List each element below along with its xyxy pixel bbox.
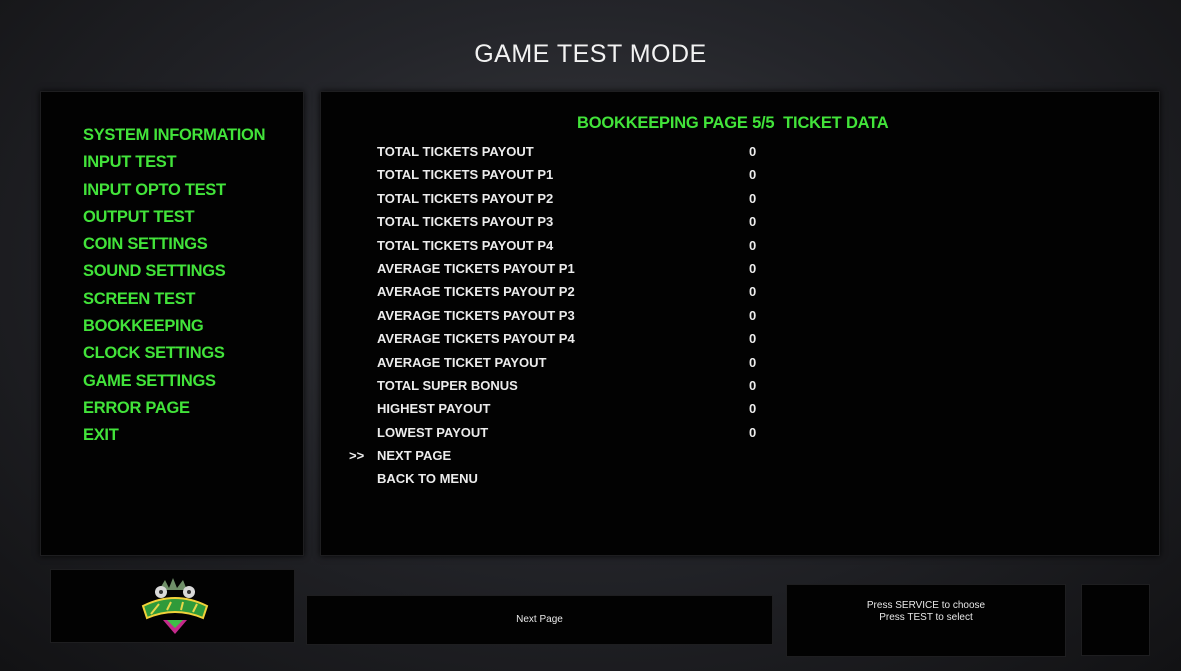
data-row: AVERAGE TICKETS PAYOUT P4 0 [377,327,797,350]
row-value: 0 [749,284,757,300]
menu-item-screen-test[interactable]: SCREEN TEST [83,286,265,313]
row-value: 0 [749,377,757,393]
ticket-data-list: TOTAL TICKETS PAYOUT 0 TOTAL TICKETS PAYO… [349,140,797,491]
menu-item-exit[interactable]: EXIT [83,422,265,449]
row-value: 0 [749,354,757,370]
data-row: TOTAL TICKETS PAYOUT P3 0 [377,210,797,233]
menu-item-game-settings[interactable]: GAME SETTINGS [83,368,265,395]
row-label: TOTAL TICKETS PAYOUT [377,144,534,159]
row-value: 0 [749,144,757,159]
data-row: AVERAGE TICKETS PAYOUT P3 0 [377,304,797,327]
next-page-option[interactable]: NEXT PAGE [349,444,797,468]
row-label: TOTAL TICKETS PAYOUT P4 [377,237,554,253]
data-row: AVERAGE TICKETS PAYOUT P2 0 [377,280,797,303]
row-label: AVERAGE TICKET PAYOUT [377,354,547,370]
instructions-text: Press SERVICE to choose Press TEST to se… [787,600,1065,624]
row-label: TOTAL TICKETS PAYOUT P2 [377,190,554,206]
data-row: AVERAGE TICKET PAYOUT 0 [377,351,797,374]
row-label: AVERAGE TICKETS PAYOUT P3 [377,307,575,323]
logo-panel [50,569,295,643]
instruction-line: Press SERVICE to choose [866,600,986,611]
data-row: TOTAL TICKETS PAYOUT P2 0 [377,187,797,210]
row-value: 0 [749,331,757,347]
data-row: TOTAL TICKETS PAYOUT P1 0 [377,163,797,186]
instruction-line: Press TEST to select [879,612,973,623]
row-label: TOTAL TICKETS PAYOUT P1 [377,167,554,183]
menu-item-bookkeeping[interactable]: BOOKKEEPING [83,313,265,340]
row-label: AVERAGE TICKETS PAYOUT P4 [377,331,575,347]
bookkeeping-panel: BOOKKEEPING PAGE 5/5 TICKET DATA TOTAL T… [320,91,1160,556]
menu-item-input-opto-test[interactable]: INPUT OPTO TEST [83,177,265,204]
menu-item-system-information[interactable]: SYSTEM INFORMATION [83,122,266,149]
hint-panel: Next Page [306,595,773,645]
menu-item-output-test[interactable]: OUTPUT TEST [83,204,265,231]
menu-item-clock-settings[interactable]: CLOCK SETTINGS [83,340,265,367]
row-value: 0 [749,401,757,417]
main-menu-panel: SYSTEM INFORMATION INPUT TEST INPUT OPTO… [40,91,304,556]
row-label: AVERAGE TICKETS PAYOUT P1 [377,260,575,276]
main-menu: SYSTEM INFORMATION INPUT TEST INPUT OPTO… [83,122,266,450]
page-header: BOOKKEEPING PAGE 5/5 TICKET DATA [577,114,889,132]
row-label: TOTAL SUPER BONUS [377,377,518,393]
zombies-logo-icon [141,578,209,634]
row-value: 0 [749,214,757,230]
instructions-panel: Press SERVICE to choose Press TEST to se… [786,584,1066,657]
blank-panel [1081,584,1150,656]
row-label: AVERAGE TICKETS PAYOUT P2 [377,284,575,300]
menu-item-coin-settings[interactable]: COIN SETTINGS [83,231,265,258]
row-label: HIGHEST PAYOUT [377,401,491,417]
back-to-menu-option[interactable]: BACK TO MENU [377,467,797,490]
data-row: AVERAGE TICKETS PAYOUT P1 0 [377,257,797,280]
row-label: TOTAL TICKETS PAYOUT P3 [377,214,554,230]
data-row: TOTAL TICKETS PAYOUT 0 [377,140,797,163]
screen-title: GAME TEST MODE [474,40,707,68]
row-value: 0 [749,237,757,253]
row-label: LOWEST PAYOUT [377,424,489,440]
row-value: 0 [749,307,757,323]
row-value: 0 [749,190,757,206]
row-value: 0 [749,260,757,276]
row-value: 0 [749,424,757,440]
data-row: HIGHEST PAYOUT 0 [377,397,797,420]
hint-text: Next Page [516,614,563,625]
menu-item-input-test[interactable]: INPUT TEST [83,149,265,176]
test-mode-screen: GAME TEST MODE SYSTEM INFORMATION INPUT … [0,0,1181,671]
menu-item-sound-settings[interactable]: SOUND SETTINGS [83,258,265,285]
data-row: LOWEST PAYOUT 0 [377,421,797,444]
data-row: TOTAL SUPER BONUS 0 [377,374,797,397]
row-value: 0 [749,167,757,183]
menu-item-error-page[interactable]: ERROR PAGE [83,395,265,422]
data-row: TOTAL TICKETS PAYOUT P4 0 [377,234,797,257]
